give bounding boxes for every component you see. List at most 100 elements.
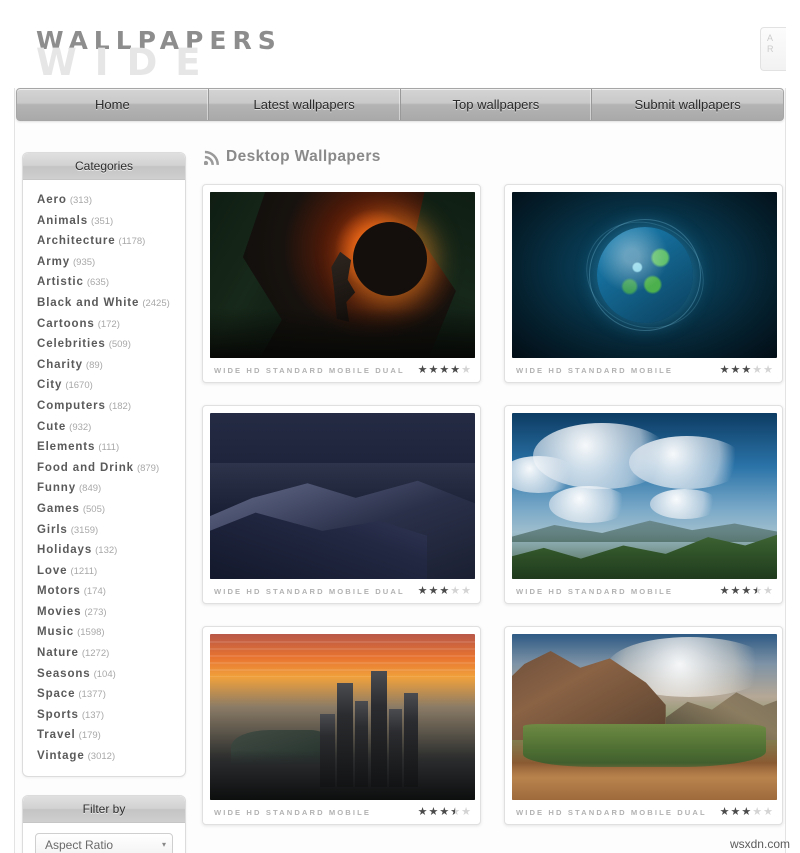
sidebar: Categories Aero (313) Animals (351) Architec… [22, 152, 186, 853]
wallpaper-image [210, 634, 475, 800]
star-filled-icon: ★ [417, 363, 428, 376]
star-empty-icon: ★ [752, 363, 763, 376]
star-empty-icon: ★ [450, 584, 461, 597]
star-half-icon: ★ [450, 806, 460, 818]
resolution-tags[interactable]: WIDE HD STANDARD MOBILE DUAL [214, 366, 405, 375]
category-name: Music [37, 626, 75, 639]
resolution-tags[interactable]: WIDE HD STANDARD MOBILE DUAL [214, 587, 405, 596]
wallpaper-thumbnail[interactable] [512, 634, 777, 800]
category-item[interactable]: Cute (932) [23, 416, 185, 437]
star-filled-icon: ★ [730, 805, 741, 818]
rating-stars[interactable]: ★ ★ ★ ★ ★ [418, 806, 471, 818]
nav-item-submit-wallpapers[interactable]: Submit wallpapers [592, 89, 783, 120]
category-item[interactable]: Black and White (2425) [23, 292, 185, 313]
category-item[interactable]: Sports (137) [23, 704, 185, 725]
category-name: Games [37, 502, 80, 515]
category-item[interactable]: Celebrities (509) [23, 333, 185, 354]
nav-item-latest-wallpapers[interactable]: Latest wallpapers [209, 89, 401, 120]
filter-panel-title: Filter by [23, 795, 185, 823]
category-item[interactable]: Seasons (104) [23, 663, 185, 684]
category-item[interactable]: Food and Drink (879) [23, 457, 185, 478]
category-item[interactable]: Holidays (132) [23, 539, 185, 560]
category-count: (2425) [142, 297, 170, 309]
nav-item-top-wallpapers[interactable]: Top wallpapers [401, 89, 593, 120]
wallpaper-card-footer: WIDE HD STANDARD MOBILE ★ ★ ★ ★ ★ [512, 358, 775, 382]
image-layer [354, 700, 369, 787]
category-item[interactable]: Army (935) [23, 251, 185, 272]
category-count: (351) [91, 215, 114, 227]
star-filled-icon: ★ [719, 363, 730, 376]
category-item[interactable]: Animals (351) [23, 210, 185, 231]
category-item[interactable]: Love (1211) [23, 560, 185, 581]
category-item[interactable]: Computers (182) [23, 395, 185, 416]
category-item[interactable]: City (1670) [23, 374, 185, 395]
rating-stars[interactable]: ★ ★ ★ ★ ★ [417, 584, 471, 597]
image-layer [389, 708, 402, 787]
category-item[interactable]: Travel (179) [23, 724, 185, 745]
star-filled-icon: ★ [428, 584, 439, 597]
aspect-ratio-select[interactable]: Aspect Ratio ▾ [35, 832, 173, 853]
category-count: (132) [95, 545, 118, 557]
star-filled-icon: ★ [719, 584, 730, 597]
category-name: City [37, 379, 63, 392]
category-count: (932) [69, 421, 92, 433]
category-item[interactable]: Funny (849) [23, 477, 185, 498]
wallpaper-thumbnail[interactable] [210, 192, 475, 358]
category-name: Computers [37, 399, 106, 412]
wallpaper-thumbnail[interactable] [512, 192, 777, 358]
wallpaper-thumbnail[interactable] [210, 634, 475, 800]
category-item[interactable]: Aero (313) [23, 189, 185, 210]
wallpaper-card[interactable]: WIDE HD STANDARD MOBILE ★ ★ ★ ★ ★ [202, 626, 481, 825]
category-count: (1178) [118, 236, 146, 248]
category-item[interactable]: Nature (1272) [23, 642, 185, 663]
star-filled-icon: ★ [417, 584, 428, 597]
category-item[interactable]: Architecture (1178) [23, 230, 185, 251]
category-name: Charity [37, 358, 83, 371]
resolution-tags[interactable]: WIDE HD STANDARD MOBILE DUAL [516, 808, 707, 817]
wallpaper-thumbnail[interactable] [210, 413, 475, 579]
wallpaper-thumbnail[interactable] [512, 413, 777, 579]
rating-stars[interactable]: ★ ★ ★ ★ ★ [719, 363, 773, 376]
resolution-tags[interactable]: WIDE HD STANDARD MOBILE [516, 366, 673, 375]
site-logo[interactable]: WALLPAPERS WIDE [32, 18, 332, 81]
category-count: (3012) [87, 751, 116, 763]
category-item[interactable]: Vintage (3012) [23, 745, 185, 766]
category-count: (111) [98, 442, 120, 454]
category-name: Motors [37, 585, 81, 598]
category-count: (1377) [78, 689, 106, 701]
main-navigation: Home Latest wallpapers Top wallpapers Su… [16, 88, 784, 121]
category-item[interactable]: Movies (273) [23, 601, 185, 622]
resolution-tags[interactable]: WIDE HD STANDARD MOBILE [214, 808, 371, 817]
nav-item-home[interactable]: Home [17, 89, 209, 120]
image-layer [320, 713, 335, 787]
category-item[interactable]: Artistic (635) [23, 271, 185, 292]
star-filled-icon: ★ [730, 363, 741, 376]
category-name: Architecture [37, 235, 116, 248]
category-item[interactable]: Elements (111) [23, 436, 185, 457]
wallpaper-image [512, 192, 777, 358]
category-item[interactable]: Cartoons (172) [23, 313, 185, 334]
rating-stars[interactable]: ★ ★ ★ ★ ★ [720, 805, 773, 818]
wallpaper-card[interactable]: WIDE HD STANDARD MOBILE DUAL ★ ★ ★ ★ ★ [202, 184, 481, 383]
category-item[interactable]: Music (1598) [23, 621, 185, 642]
wallpaper-card[interactable]: WIDE HD STANDARD MOBILE DUAL ★ ★ ★ ★ ★ [504, 626, 783, 825]
page-root: WALLPAPERS WIDE A R Home Latest wallpape… [0, 0, 800, 853]
category-item[interactable]: Girls (3159) [23, 519, 185, 540]
category-name: Elements [37, 441, 96, 454]
corner-panel[interactable]: A R [760, 27, 786, 71]
wallpaper-card-footer: WIDE HD STANDARD MOBILE DUAL ★ ★ ★ ★ ★ [512, 800, 775, 824]
category-item[interactable]: Space (1377) [23, 683, 185, 704]
resolution-tags[interactable]: WIDE HD STANDARD MOBILE [516, 587, 673, 596]
category-count: (174) [83, 586, 106, 598]
category-name: Black and White [37, 296, 140, 309]
category-item[interactable]: Charity (89) [23, 354, 185, 375]
wallpaper-card[interactable]: WIDE HD STANDARD MOBILE ★ ★ ★ ★ ★ [504, 405, 783, 604]
category-item[interactable]: Games (505) [23, 498, 185, 519]
image-layer [522, 723, 767, 767]
rating-stars[interactable]: ★ ★ ★ ★ ★ [719, 584, 773, 597]
category-name: Aero [37, 194, 67, 206]
wallpaper-card[interactable]: WIDE HD STANDARD MOBILE ★ ★ ★ ★ ★ [504, 184, 783, 383]
category-item[interactable]: Motors (174) [23, 580, 185, 601]
rating-stars[interactable]: ★ ★ ★ ★ ★ [417, 363, 471, 376]
wallpaper-card[interactable]: WIDE HD STANDARD MOBILE DUAL ★ ★ ★ ★ ★ [202, 405, 481, 604]
